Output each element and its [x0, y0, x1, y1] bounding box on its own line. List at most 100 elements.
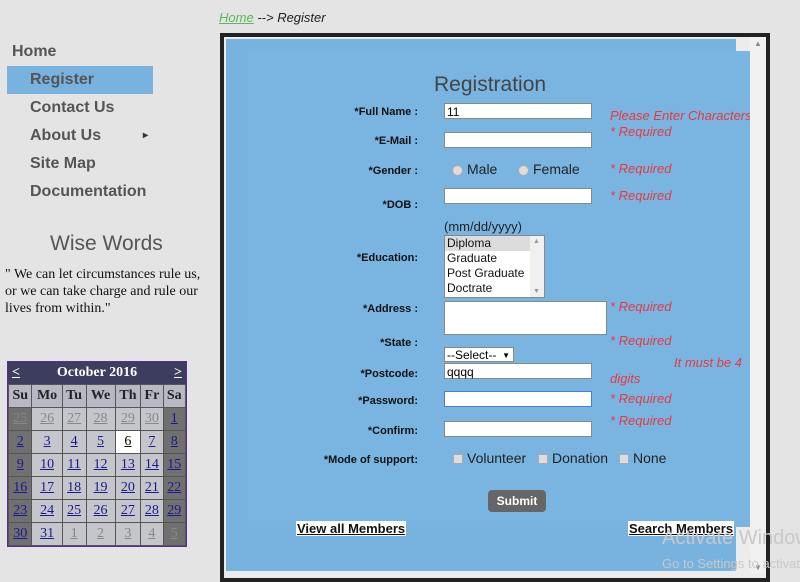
nav-item-site-map[interactable]: Site Map	[7, 150, 153, 178]
frame-content: Registration *Full Name : 11 Please Ente…	[226, 39, 757, 571]
support-donation-checkbox[interactable]: Donation	[538, 450, 608, 466]
calendar-day[interactable]: 11	[62, 454, 86, 476]
breadcrumb-home-link[interactable]: Home	[219, 10, 254, 25]
calendar-day[interactable]: 10	[32, 454, 62, 476]
view-all-members-link[interactable]: View all Members	[296, 521, 407, 536]
calendar-day[interactable]: 3	[32, 431, 62, 453]
weekday-header: Su	[9, 385, 32, 407]
submit-button[interactable]: Submit	[488, 490, 546, 512]
calendar-day-today[interactable]: 6	[115, 431, 141, 453]
support-donation-label: Donation	[552, 450, 609, 466]
wise-words-quote: " We can let circumstances rule us, or w…	[5, 267, 201, 316]
calendar-day[interactable]: 26	[32, 408, 62, 430]
state-select[interactable]: --Select-- ▼	[444, 347, 514, 362]
weekday-header: Mo	[32, 385, 62, 407]
calendar: < October 2016 > Su Mo Tu We Th Fr Sa 25…	[7, 361, 187, 547]
calendar-day[interactable]: 16	[9, 477, 32, 499]
nav-item-label: About Us	[30, 127, 102, 144]
calendar-day[interactable]: 7	[141, 431, 163, 453]
password-input[interactable]	[444, 391, 592, 407]
listbox-scrollbar[interactable]: ▲ ▼	[530, 236, 544, 297]
checkbox-icon	[619, 454, 629, 465]
frame-scrollbar[interactable]: ▲ ▼	[750, 37, 766, 574]
calendar-day[interactable]: 9	[9, 454, 32, 476]
calendar-day[interactable]: 29	[115, 408, 141, 430]
calendar-day[interactable]: 28	[86, 408, 115, 430]
chevron-down-icon: ▼	[502, 351, 510, 360]
calendar-day[interactable]: 31	[32, 523, 62, 545]
calendar-day[interactable]: 4	[62, 431, 86, 453]
gender-required: * Required	[610, 161, 672, 176]
calendar-day[interactable]: 28	[141, 500, 163, 522]
calendar-month-title: October 2016	[56, 365, 138, 380]
calendar-day[interactable]: 25	[62, 500, 86, 522]
gender-male-label: Male	[467, 161, 498, 177]
calendar-day[interactable]: 21	[141, 477, 163, 499]
form-title: Registration	[434, 73, 547, 96]
calendar-day[interactable]: 24	[32, 500, 62, 522]
calendar-day[interactable]: 19	[86, 477, 115, 499]
calendar-day[interactable]: 5	[163, 523, 185, 545]
nav-item-contact-us[interactable]: Contact Us	[7, 94, 153, 122]
calendar-day[interactable]: 30	[141, 408, 163, 430]
address-required: * Required	[610, 299, 672, 314]
calendar-day[interactable]: 23	[9, 500, 32, 522]
education-listbox[interactable]: Diploma Graduate Post Graduate Doctrate …	[444, 235, 545, 298]
calendar-day[interactable]: 2	[86, 523, 115, 545]
calendar-day[interactable]: 22	[163, 477, 185, 499]
registration-form: Registration *Full Name : 11 Please Ente…	[248, 51, 757, 536]
calendar-day[interactable]: 2	[9, 431, 32, 453]
calendar-day[interactable]: 18	[62, 477, 86, 499]
weekday-header: Sa	[163, 385, 185, 407]
calendar-day[interactable]: 1	[163, 408, 185, 430]
nav-item-register[interactable]: Register	[7, 66, 153, 94]
calendar-day[interactable]: 13	[115, 454, 141, 476]
nav-item-about-us[interactable]: About Us ▸	[7, 122, 153, 150]
state-select-value: --Select--	[447, 348, 497, 362]
support-volunteer-checkbox[interactable]: Volunteer	[453, 450, 526, 466]
submenu-arrow-icon: ▸	[142, 130, 148, 141]
gender-female-radio[interactable]: Female	[518, 161, 580, 177]
radio-icon	[452, 164, 463, 176]
calendar-day[interactable]: 26	[86, 500, 115, 522]
gender-male-radio[interactable]: Male	[452, 161, 497, 177]
dob-format-hint: (mm/dd/yyyy)	[444, 219, 522, 234]
calendar-day[interactable]: 25	[9, 408, 32, 430]
calendar-day[interactable]: 14	[141, 454, 163, 476]
calendar-day[interactable]: 27	[62, 408, 86, 430]
weekday-header: Th	[115, 385, 141, 407]
calendar-day[interactable]: 17	[32, 477, 62, 499]
calendar-day[interactable]: 20	[115, 477, 141, 499]
breadcrumb-separator-text: -->	[257, 10, 278, 25]
calendar-day[interactable]: 4	[141, 523, 163, 545]
support-none-checkbox[interactable]: None	[619, 450, 666, 466]
dob-field[interactable]	[444, 188, 592, 204]
calendar-day[interactable]: 12	[86, 454, 115, 476]
calendar-prev-month-link[interactable]: <	[12, 362, 20, 384]
calendar-day[interactable]: 30	[9, 523, 32, 545]
scroll-down-icon: ▼	[533, 288, 540, 295]
nav-item-label: Documentation	[30, 183, 147, 200]
dob-label: *DOB :	[382, 199, 418, 211]
full-name-input[interactable]: 11	[444, 103, 592, 119]
calendar-next-month-link[interactable]: >	[174, 362, 182, 384]
confirm-password-input[interactable]	[444, 421, 592, 437]
nav-item-documentation[interactable]: Documentation	[7, 178, 153, 206]
calendar-day[interactable]: 3	[115, 523, 141, 545]
postcode-error-line1: It must be 4	[674, 355, 742, 370]
password-required: * Required	[610, 391, 672, 406]
postcode-input[interactable]: qqqq	[444, 363, 592, 379]
full-name-required: * Required	[610, 124, 672, 139]
calendar-week-row: 23 24 25 26 27 28 29	[9, 500, 185, 522]
nav-item-home[interactable]: Home	[7, 38, 153, 66]
breadcrumb: Home --> Register	[219, 10, 326, 25]
calendar-day[interactable]: 29	[163, 500, 185, 522]
calendar-day[interactable]: 1	[62, 523, 86, 545]
radio-icon	[518, 164, 529, 176]
calendar-day[interactable]: 5	[86, 431, 115, 453]
email-field[interactable]	[444, 132, 592, 148]
calendar-day[interactable]: 27	[115, 500, 141, 522]
calendar-day[interactable]: 15	[163, 454, 185, 476]
address-textarea[interactable]	[444, 301, 607, 335]
calendar-day[interactable]: 8	[163, 431, 185, 453]
